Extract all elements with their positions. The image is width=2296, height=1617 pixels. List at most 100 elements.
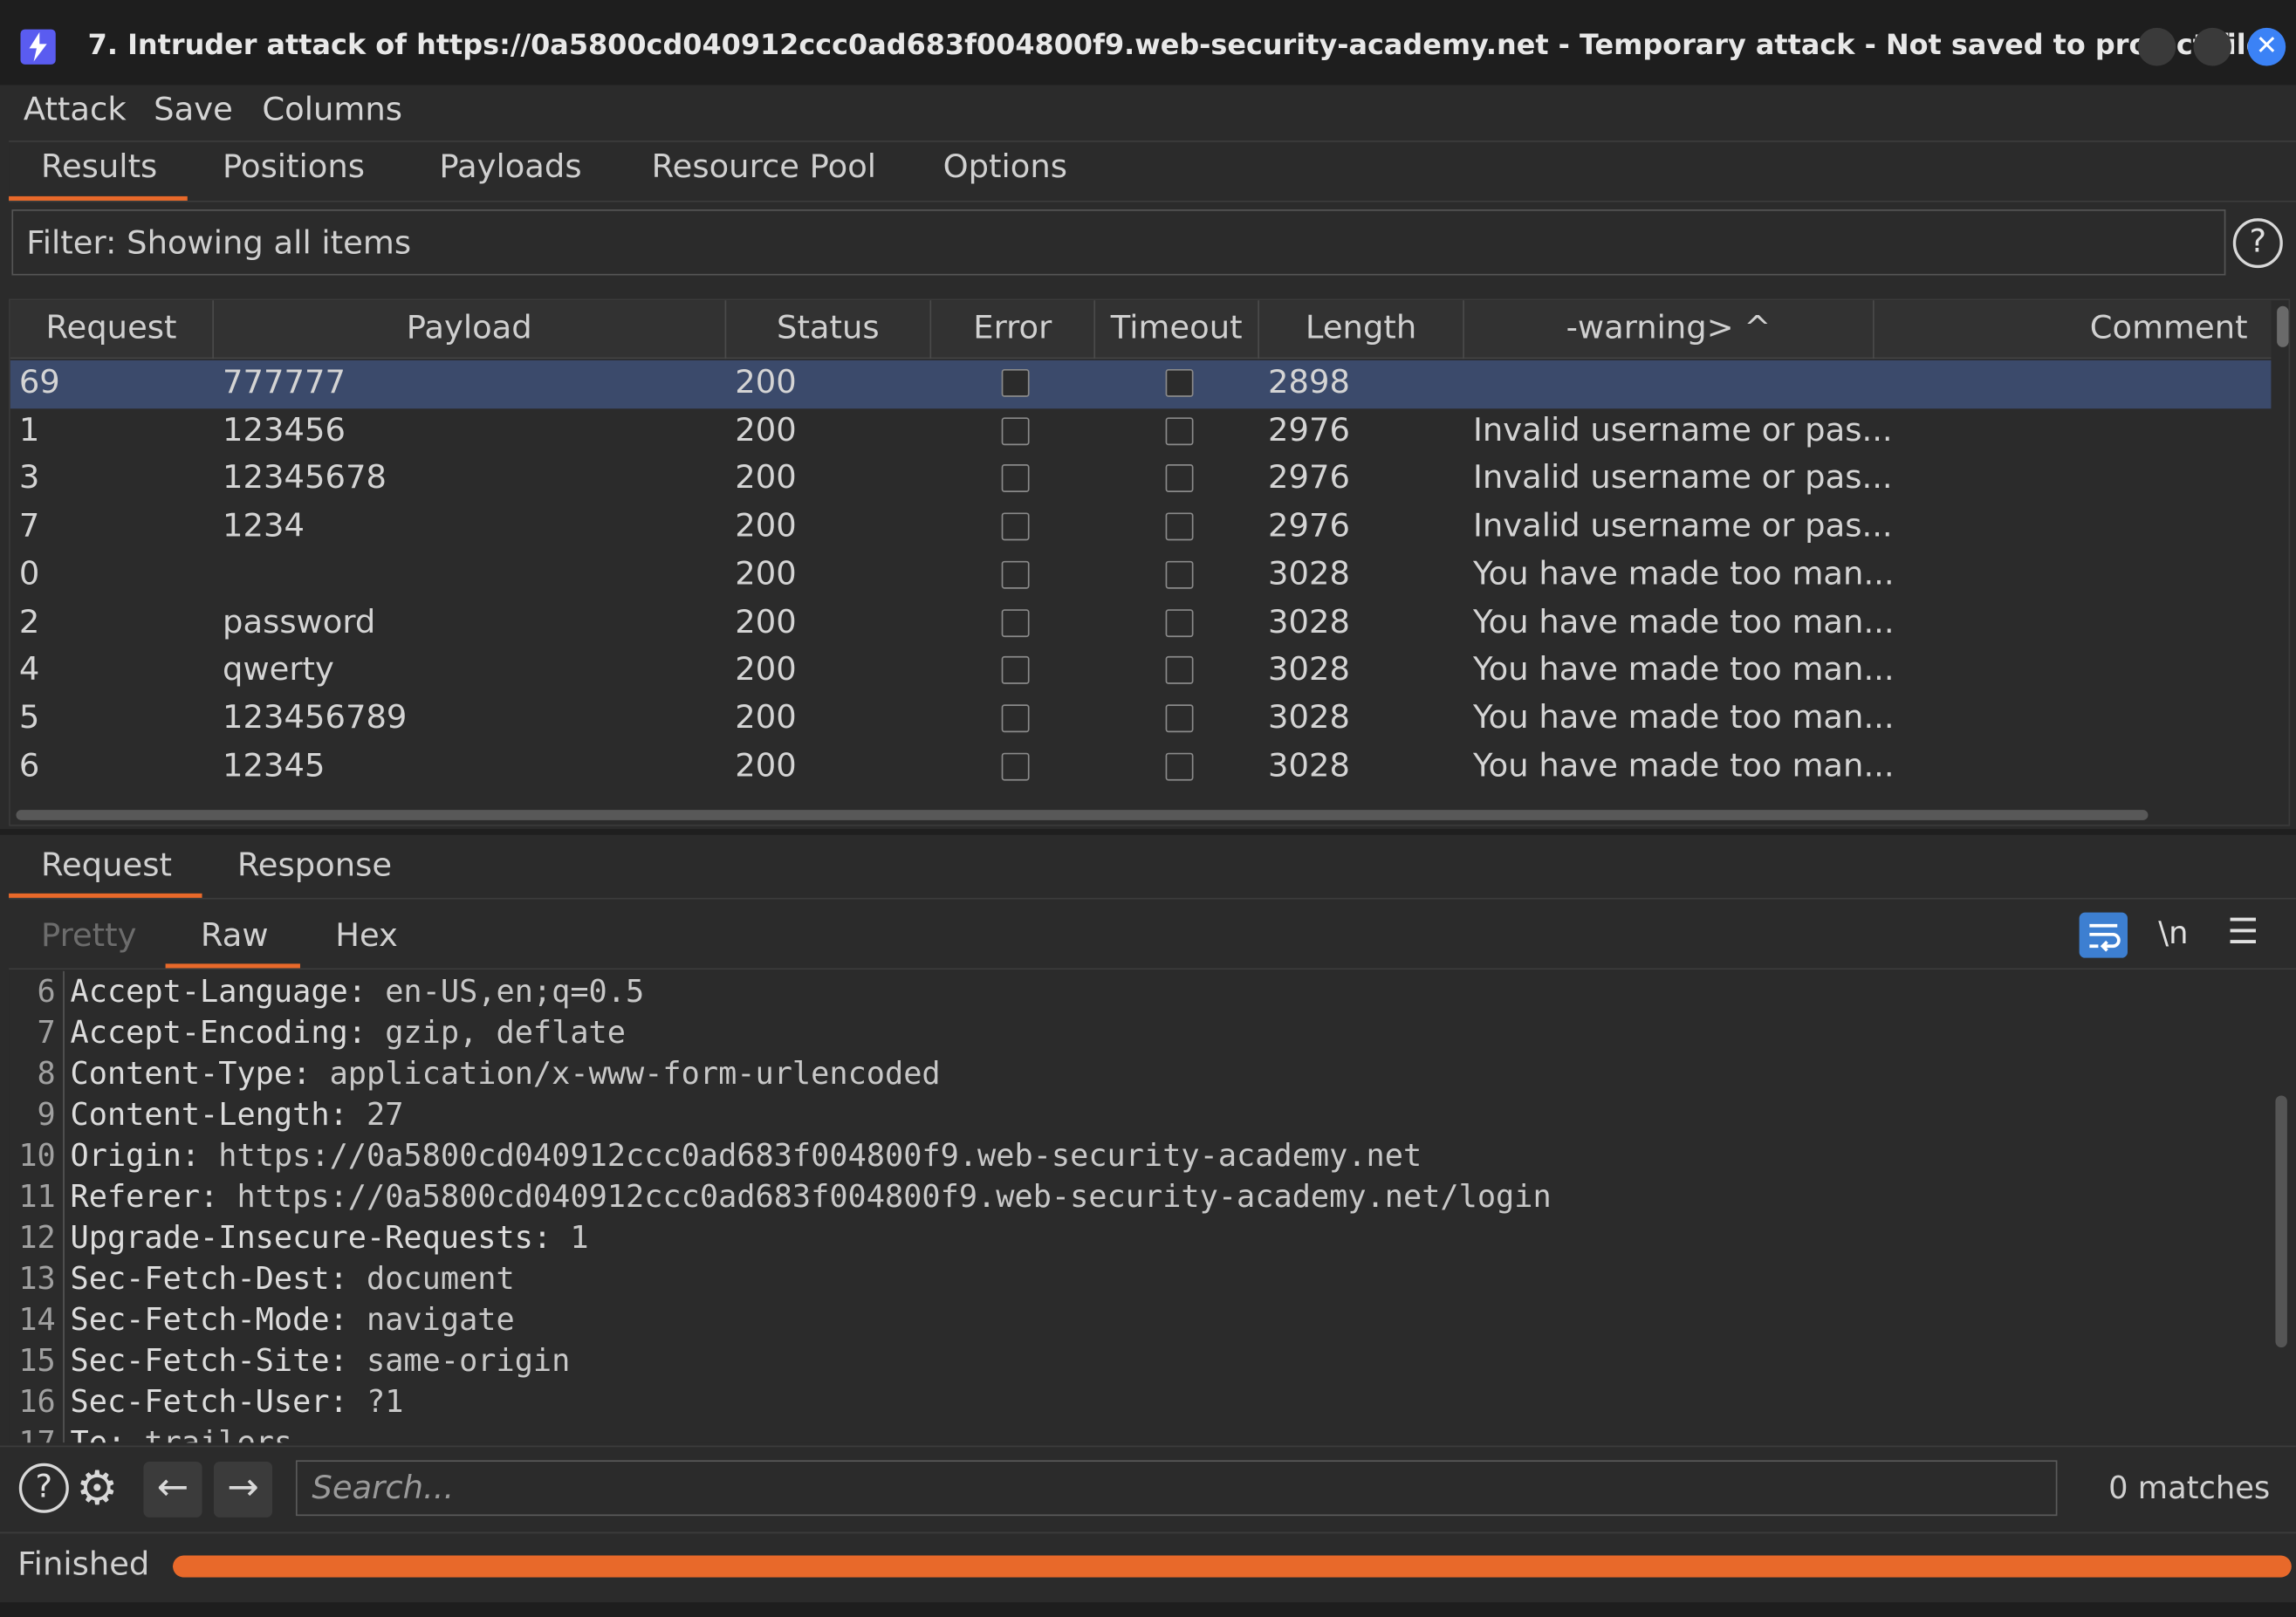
tab-results[interactable]: Results	[41, 149, 157, 186]
line-number: 14	[18, 1302, 56, 1338]
cell-payload: 123456	[223, 412, 346, 449]
line-number: 17	[9, 1425, 55, 1442]
header-line: Sec-Fetch-Site: same-origin	[71, 1343, 571, 1378]
error-checkbox	[1001, 368, 1030, 397]
column-header-warning[interactable]: -warning> ^	[1464, 300, 1874, 360]
window-title: 7. Intruder attack of https://0a5800cd04…	[87, 29, 2265, 62]
word-wrap-toggle[interactable]	[2079, 912, 2128, 958]
timeout-checkbox	[1165, 752, 1194, 780]
header-name: Sec-Fetch-Dest:	[70, 1261, 348, 1297]
error-checkbox	[1001, 416, 1030, 445]
cell-payload: 1234	[223, 508, 305, 545]
cell-payload: 12345	[223, 747, 326, 785]
header-name: Referer:	[70, 1179, 219, 1215]
filter-text: Filter: Showing all items	[26, 225, 412, 263]
search-help-icon[interactable]: ?	[18, 1463, 69, 1513]
intruder-window: 7. Intruder attack of https://0a5800cd04…	[0, 0, 2296, 1617]
error-checkbox	[1001, 752, 1030, 780]
tab-response[interactable]: Response	[237, 848, 392, 885]
header-name: Sec-Fetch-Site:	[70, 1343, 348, 1379]
cell-status: 200	[735, 508, 797, 545]
filter-bar[interactable]: Filter: Showing all items	[11, 209, 2226, 276]
column-header-request[interactable]: Request	[10, 300, 214, 360]
header-name: Content-Length:	[70, 1097, 348, 1133]
tab-pretty[interactable]: Pretty	[41, 918, 136, 955]
cell-warning: Invalid username or pas...	[1472, 460, 1893, 497]
table-row[interactable]: 5 123456789 200 3028 You have made too man..…	[10, 695, 2272, 743]
cell-warning: You have made too man...	[1472, 604, 1895, 641]
tab-request[interactable]: Request	[41, 848, 172, 885]
cell-payload: password	[223, 604, 376, 641]
tab-raw[interactable]: Raw	[201, 918, 269, 955]
cell-length: 3028	[1268, 556, 1351, 593]
line-number: 15	[18, 1343, 56, 1379]
line-number: 6	[37, 974, 56, 1010]
table-row[interactable]: 0 200 3028 You have made too man...	[10, 552, 2272, 600]
timeout-checkbox	[1165, 416, 1194, 445]
header-name: Te:	[71, 1425, 127, 1442]
column-header-timeout[interactable]: Timeout	[1095, 300, 1259, 360]
maximize-button[interactable]	[2193, 27, 2232, 66]
next-match-button[interactable]: →	[213, 1462, 273, 1518]
tab-options[interactable]: Options	[943, 149, 1067, 186]
cell-request: 5	[18, 700, 40, 737]
header-name: Content-Type:	[70, 1056, 312, 1092]
timeout-checkbox	[1165, 656, 1194, 685]
column-header-comment[interactable]: Comment	[1874, 300, 2272, 359]
cell-length: 2976	[1268, 508, 1351, 545]
search-input[interactable]	[295, 1460, 2058, 1517]
editor-scrollbar[interactable]	[2275, 1095, 2287, 1348]
editor-menu-icon[interactable]: ☰	[2227, 911, 2258, 952]
table-row[interactable]: 6 12345 200 3028 You have made too man...	[10, 743, 2272, 791]
cell-warning: Invalid username or pas...	[1472, 412, 1893, 449]
attack-progress-fill	[172, 1555, 2292, 1578]
burp-logo-icon	[20, 29, 56, 65]
header-value: ?1	[366, 1384, 404, 1420]
cell-length: 2976	[1268, 412, 1351, 449]
minimize-button[interactable]	[2137, 27, 2176, 66]
arrow-left-icon: ←	[156, 1466, 189, 1511]
header-value: same-origin	[366, 1343, 571, 1379]
header-value: application/x-www-form-urlencoded	[329, 1056, 941, 1092]
menu-bar: Attack Save Columns	[0, 85, 2296, 141]
show-newlines-button[interactable]: \n	[2158, 915, 2188, 950]
cell-warning: You have made too man...	[1472, 652, 1895, 689]
table-row[interactable]: 2 password 200 3028 You have made too man...	[10, 600, 2272, 647]
column-header-status[interactable]: Status	[726, 300, 932, 360]
gear-icon[interactable]: ⚙	[76, 1462, 118, 1514]
table-row[interactable]: 1 123456 200 2976 Invalid username or pas...	[10, 408, 2272, 456]
line-number: 7	[37, 1015, 56, 1051]
tab-resource-pool[interactable]: Resource Pool	[652, 149, 876, 186]
cell-request: 7	[18, 508, 40, 545]
timeout-checkbox	[1165, 608, 1194, 637]
request-editor[interactable]: 6 Accept-Language: en-US,en;q=0.5 7 Accept-…	[9, 970, 2296, 1443]
tab-positions[interactable]: Positions	[223, 149, 365, 186]
menu-save[interactable]: Save	[154, 92, 233, 129]
header-line: Te: trailers	[71, 1425, 293, 1442]
close-button[interactable]: ✕	[2247, 27, 2286, 66]
cell-status: 200	[735, 460, 797, 497]
header-value: https://0a5800cd040912ccc0ad683f004800f9…	[236, 1179, 1552, 1215]
cell-status: 200	[735, 652, 797, 689]
table-row[interactable]: 4 qwerty 200 3028 You have made too man...	[10, 647, 2272, 695]
menu-columns[interactable]: Columns	[262, 92, 402, 129]
tab-payloads[interactable]: Payloads	[439, 149, 581, 186]
close-icon: ✕	[2255, 31, 2279, 62]
cell-request: 4	[18, 652, 40, 689]
pane-divider[interactable]	[0, 828, 2296, 835]
column-header-payload[interactable]: Payload	[214, 300, 727, 360]
table-horizontal-scrollbar[interactable]	[16, 810, 2149, 820]
filter-help-icon[interactable]: ?	[2232, 218, 2283, 269]
column-header-error[interactable]: Error	[931, 300, 1096, 360]
table-row[interactable]: 69 777777 200 2898	[10, 360, 2272, 408]
table-row[interactable]: 7 1234 200 2976 Invalid username or pas...	[10, 504, 2272, 552]
menu-attack[interactable]: Attack	[24, 92, 127, 129]
match-count: 0 matches	[2108, 1470, 2271, 1506]
tab-hex[interactable]: Hex	[335, 918, 398, 955]
active-message-tab-indicator	[9, 893, 202, 898]
table-vertical-scrollbar[interactable]	[2277, 305, 2289, 347]
column-header-length[interactable]: Length	[1259, 300, 1464, 360]
table-row[interactable]: 3 12345678 200 2976 Invalid username or pas.…	[10, 456, 2272, 504]
previous-match-button[interactable]: ←	[143, 1462, 202, 1518]
header-line: Referer: https://0a5800cd040912ccc0ad683…	[71, 1179, 1552, 1214]
